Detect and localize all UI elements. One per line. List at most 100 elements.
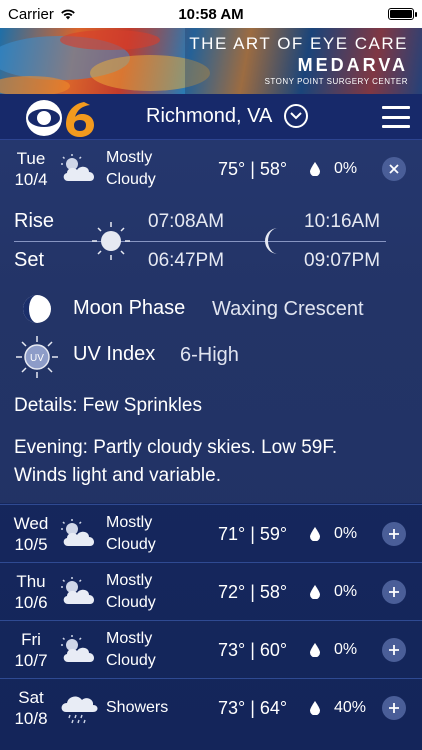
forecast-row[interactable]: Fri 10/7 Mostly Cloudy 73° | 60° 0%: [0, 620, 422, 678]
uv-index-value: 6-High: [180, 344, 239, 366]
temps: 73° | 60°: [218, 639, 288, 660]
showers-icon: [61, 696, 98, 724]
set-label: Set: [14, 249, 45, 271]
expand-button[interactable]: [382, 696, 406, 720]
precip-chance: 40%: [334, 698, 367, 716]
condition-text: Mostly Cloudy: [106, 147, 156, 191]
condition-line1: Mostly: [106, 514, 153, 531]
condition-text: Mostly Cloudy: [106, 512, 156, 556]
chevron-down-icon: [284, 104, 309, 128]
condition-line2: Cloudy: [106, 594, 156, 611]
hamburger-menu-icon[interactable]: [382, 106, 410, 128]
plus-icon: [389, 645, 399, 655]
day-label: Sat 10/8: [10, 687, 52, 729]
condition-line1: Mostly: [106, 630, 153, 647]
condition-text: Showers: [106, 697, 168, 719]
details-text: Details: Few Sprinkles: [14, 395, 202, 416]
day-date: 10/6: [14, 593, 48, 612]
moon-phase-value: Waxing Crescent: [212, 298, 364, 320]
day-name: Thu: [16, 572, 46, 591]
moonrise-time: 10:16AM: [304, 211, 381, 232]
day-label: Wed 10/5: [10, 513, 52, 555]
moonset-time: 09:07PM: [304, 250, 381, 271]
forecast-row[interactable]: Wed 10/5 Mostly Cloudy 71° | 59° 0%: [0, 504, 422, 562]
day-date: 10/7: [14, 651, 48, 670]
precip-chance: 0%: [334, 582, 358, 600]
location-label: Richmond, VA: [146, 104, 273, 127]
day-date: 10/4: [14, 170, 48, 189]
uv-index-icon: UV: [16, 336, 58, 378]
partly-cloudy-icon: [61, 577, 95, 604]
day-label: Fri 10/7: [10, 629, 52, 671]
day-label: Thu 10/6: [10, 571, 52, 613]
day-date: 10/5: [14, 535, 48, 554]
raindrop-icon: [310, 527, 320, 541]
ad-brand: MEDARVA: [297, 55, 408, 75]
moon-phase-icon: [23, 295, 51, 323]
status-left: Carrier: [8, 6, 76, 23]
temps: 75° | 58°: [218, 158, 288, 179]
temps: 73° | 64°: [218, 697, 288, 718]
selected-day-row[interactable]: Tue 10/4 Mostly Cloudy 75° | 58° 0%: [0, 140, 422, 198]
condition-line2: Cloudy: [106, 171, 156, 188]
temps: 71° | 59°: [218, 523, 288, 544]
precip-chance: 0%: [334, 524, 358, 542]
precip-chance: 0%: [334, 640, 358, 658]
partly-cloudy-icon: [61, 154, 95, 181]
day-detail-panel: Rise Set 07:08AM 06:47PM 10:16AM 09:07PM…: [0, 198, 422, 503]
rise-label: Rise: [14, 210, 55, 232]
svg-text:UV: UV: [30, 353, 44, 364]
forecast-row[interactable]: Sat 10/8 Showers 73° | 64° 40%: [0, 678, 422, 736]
expand-button[interactable]: [382, 522, 406, 546]
condition-text: Mostly Cloudy: [106, 570, 156, 614]
partly-cloudy-icon: [61, 519, 95, 546]
app-header: Richmond, VA: [0, 94, 422, 140]
plus-icon: [389, 587, 399, 597]
condition-text: Mostly Cloudy: [106, 628, 156, 672]
evening-forecast-line2: Winds light and variable.: [14, 465, 221, 486]
day-date: 10/8: [14, 709, 48, 728]
expand-button[interactable]: [382, 638, 406, 662]
cbs6-logo: [26, 100, 94, 137]
raindrop-icon: [310, 643, 320, 657]
ad-banner[interactable]: THE ART OF EYE CARE MEDARVA STONY POINT …: [0, 28, 422, 94]
battery-icon: [388, 8, 417, 20]
day-name: Sat: [18, 688, 44, 707]
ad-text: THE ART OF EYE CARE MEDARVA STONY POINT …: [189, 34, 408, 86]
plus-icon: [389, 703, 399, 713]
day-name: Fri: [21, 630, 41, 649]
condition-line1: Mostly: [106, 572, 153, 589]
ad-headline: THE ART OF EYE CARE: [189, 34, 408, 53]
raindrop-icon: [310, 701, 320, 715]
forecast-row[interactable]: Thu 10/6 Mostly Cloudy 72° | 58° 0%: [0, 562, 422, 620]
temps: 72° | 58°: [218, 581, 288, 602]
sunrise-time: 07:08AM: [148, 211, 225, 232]
close-icon: [389, 164, 399, 174]
carrier-label: Carrier: [8, 5, 54, 23]
precip-chance: 0%: [334, 159, 358, 177]
day-label: Tue 10/4: [10, 148, 52, 190]
expand-button[interactable]: [382, 580, 406, 604]
condition-line1: Showers: [106, 699, 169, 716]
moon-phase-label: Moon Phase: [73, 297, 186, 319]
collapse-button[interactable]: [382, 157, 406, 181]
sun-icon: [92, 222, 130, 260]
condition-line1: Mostly: [106, 149, 153, 166]
location-selector[interactable]: Richmond, VA: [146, 104, 309, 128]
day-name: Tue: [16, 149, 46, 168]
wifi-icon: [61, 9, 75, 20]
condition-line2: Cloudy: [106, 652, 156, 669]
sunset-time: 06:47PM: [148, 250, 225, 271]
partly-cloudy-icon: [61, 635, 95, 662]
plus-icon: [389, 529, 399, 539]
evening-forecast-line1: Evening: Partly cloudy skies. Low 59F.: [14, 437, 338, 458]
moon-icon: [265, 228, 278, 254]
day-name: Wed: [13, 514, 49, 533]
condition-line2: Cloudy: [106, 536, 156, 553]
ad-subtitle: STONY POINT SURGERY CENTER: [264, 77, 408, 86]
uv-index-label: UV Index: [73, 343, 156, 365]
raindrop-icon: [310, 162, 320, 176]
raindrop-icon: [310, 585, 320, 599]
rise-set-divider: [14, 241, 386, 242]
status-bar: Carrier 10:58 AM: [0, 0, 422, 28]
